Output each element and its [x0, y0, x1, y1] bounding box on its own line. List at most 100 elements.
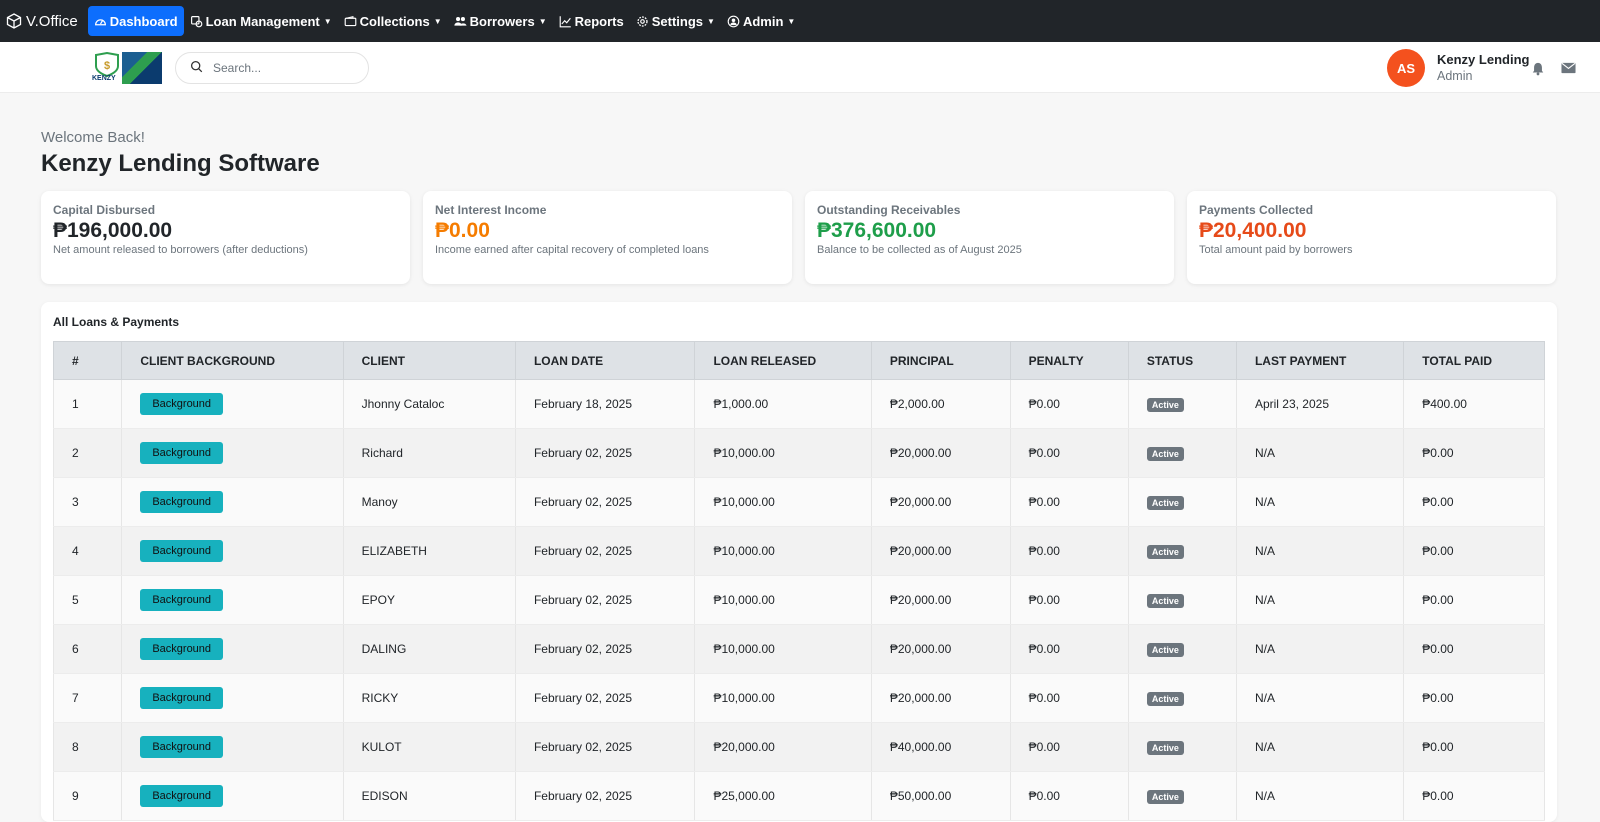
- table-row[interactable]: 9 Background EDISON February 02, 2025 ₱25,00…: [52, 771, 1545, 821]
- table-cell: February 02, 2025: [514, 428, 696, 478]
- table-cell: Background: [121, 526, 344, 576]
- user-circle-icon: [727, 15, 740, 28]
- column-header[interactable]: CLIENT BACKGROUND: [121, 341, 344, 380]
- nav-reports[interactable]: Reports: [553, 6, 630, 36]
- nav-borrowers-label: Borrowers: [469, 13, 535, 29]
- table-row[interactable]: 8 Background KULOT February 02, 2025 ₱20,000…: [52, 722, 1545, 772]
- last-payment: N/A: [1254, 495, 1275, 509]
- column-header[interactable]: LOAN RELEASED: [694, 341, 872, 380]
- total-paid: ₱0.00: [1422, 789, 1454, 803]
- table-cell: N/A: [1235, 526, 1405, 576]
- column-header[interactable]: #: [52, 341, 123, 380]
- table-cell: N/A: [1235, 575, 1405, 625]
- penalty: ₱0.00: [1028, 397, 1060, 411]
- company-logo[interactable]: $ KENZY: [92, 51, 162, 84]
- column-header[interactable]: PRINCIPAL: [870, 341, 1011, 380]
- table-cell: ₱10,000.00: [694, 477, 872, 527]
- table-cell: N/A: [1235, 477, 1405, 527]
- table-cell: ₱20,000.00: [870, 673, 1011, 723]
- card-description: Total amount paid by borrowers: [1199, 244, 1353, 256]
- search-icon: [190, 60, 203, 76]
- table-row[interactable]: 3 Background Manoy February 02, 2025 ₱10,000…: [52, 477, 1545, 527]
- nav-loan-management[interactable]: Loan Management ▼: [184, 6, 338, 36]
- table-cell: ₱0.00: [1403, 722, 1545, 772]
- bell-icon[interactable]: [1529, 59, 1547, 77]
- column-header[interactable]: TOTAL PAID: [1403, 341, 1545, 380]
- table-cell: February 02, 2025: [514, 722, 696, 772]
- table-cell: Background: [121, 428, 344, 478]
- table-cell: ₱0.00: [1403, 771, 1545, 821]
- nav-admin[interactable]: Admin ▼: [721, 6, 801, 36]
- table-row[interactable]: 5 Background EPOY February 02, 2025 ₱10,000.…: [52, 575, 1545, 625]
- table-cell: ₱0.00: [1403, 428, 1545, 478]
- card-value: ₱376,600.00: [817, 219, 937, 242]
- table-cell: Active: [1127, 673, 1237, 723]
- last-payment: N/A: [1254, 691, 1275, 705]
- status-badge: Active: [1146, 446, 1184, 461]
- loan-released: ₱10,000.00: [713, 593, 775, 607]
- column-header[interactable]: LAST PAYMENT: [1235, 341, 1405, 380]
- client-background-button[interactable]: Background: [140, 393, 224, 415]
- table-cell: ₱0.00: [1009, 526, 1129, 576]
- principal: ₱50,000.00: [889, 789, 952, 803]
- table-cell: 8: [52, 722, 123, 772]
- row-number: 3: [72, 495, 79, 509]
- table-body: 1 Background Jhonny Cataloc February 18, 20…: [52, 379, 1545, 821]
- table-cell: ₱0.00: [1009, 624, 1129, 674]
- column-header[interactable]: LOAN DATE: [514, 341, 696, 380]
- client-background-button[interactable]: Background: [140, 785, 224, 807]
- table-cell: February 02, 2025: [514, 575, 696, 625]
- nav-dashboard-label: Dashboard: [109, 13, 178, 29]
- brand[interactable]: V.Office: [6, 13, 78, 30]
- table-row[interactable]: 2 Background Richard February 02, 2025 ₱10,0…: [52, 428, 1545, 478]
- table-row[interactable]: 1 Background Jhonny Cataloc February 18, 20…: [52, 379, 1545, 429]
- table-cell: ₱0.00: [1403, 673, 1545, 723]
- user-info[interactable]: Kenzy Lending Admin: [1437, 52, 1529, 83]
- table-cell: 9: [52, 771, 123, 821]
- card-label: Payments Collected: [1199, 203, 1314, 217]
- client-background-button[interactable]: Background: [140, 638, 224, 660]
- table-cell: February 02, 2025: [514, 673, 696, 723]
- table-cell: Active: [1127, 477, 1237, 527]
- column-header[interactable]: PENALTY: [1009, 341, 1129, 380]
- client-background-button[interactable]: Background: [140, 540, 224, 562]
- status-badge: Active: [1146, 593, 1184, 608]
- total-paid: ₱0.00: [1422, 495, 1454, 509]
- table-row[interactable]: 6 Background DALING February 02, 2025 ₱10,00…: [52, 624, 1545, 674]
- client-name: Richard: [361, 446, 403, 460]
- search-input[interactable]: [213, 61, 353, 75]
- table-cell: 7: [52, 673, 123, 723]
- table-cell: Active: [1127, 526, 1237, 576]
- nav-settings[interactable]: Settings ▼: [630, 6, 721, 36]
- last-payment: N/A: [1254, 789, 1275, 803]
- total-paid: ₱0.00: [1422, 544, 1454, 558]
- column-header[interactable]: CLIENT: [342, 341, 516, 380]
- table-cell: Background: [121, 575, 344, 625]
- user-role: Admin: [1437, 69, 1473, 83]
- client-background-button[interactable]: Background: [140, 442, 224, 464]
- nav-dashboard[interactable]: Dashboard: [87, 6, 184, 36]
- nav-borrowers[interactable]: Borrowers ▼: [448, 6, 553, 36]
- stat-card-net-interest-income: Net Interest Income ₱0.00 Income earned …: [423, 191, 792, 284]
- client-background-button[interactable]: Background: [140, 589, 224, 611]
- nav-collections[interactable]: Collections ▼: [338, 6, 448, 36]
- loan-date: February 02, 2025: [533, 642, 633, 656]
- table-cell: 6: [52, 624, 123, 674]
- avatar[interactable]: AS: [1387, 49, 1425, 87]
- search-box: [175, 52, 369, 84]
- chart-icon: [559, 15, 572, 28]
- client-background-button[interactable]: Background: [140, 491, 224, 513]
- client-background-button[interactable]: Background: [140, 687, 224, 709]
- client-background-button[interactable]: Background: [140, 736, 224, 758]
- column-header[interactable]: STATUS: [1127, 341, 1237, 380]
- table-cell: Active: [1127, 722, 1237, 772]
- client-name: ELIZABETH: [361, 544, 427, 558]
- total-paid: ₱0.00: [1422, 642, 1454, 656]
- envelope-icon[interactable]: [1559, 59, 1577, 77]
- principal: ₱20,000.00: [889, 544, 952, 558]
- table-row[interactable]: 4 Background ELIZABETH February 02, 2025 ₱10…: [52, 526, 1545, 576]
- client-name: Jhonny Cataloc: [361, 397, 445, 411]
- penalty: ₱0.00: [1028, 495, 1060, 509]
- table-row[interactable]: 7 Background RICKY February 02, 2025 ₱10,000…: [52, 673, 1545, 723]
- table-cell: EPOY: [342, 575, 516, 625]
